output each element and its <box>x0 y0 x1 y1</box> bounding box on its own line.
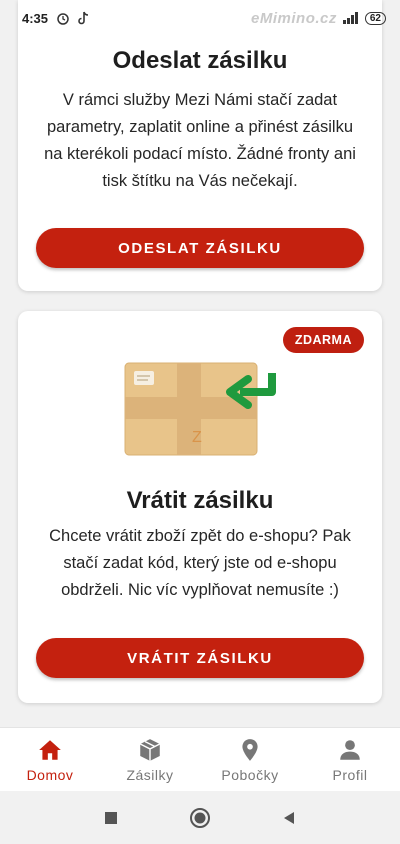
send-card-description: V rámci služby Mezi Námi stačí zadat par… <box>44 91 356 190</box>
status-left: 4:35 <box>22 11 90 26</box>
system-navigation-bar <box>0 791 400 844</box>
person-icon <box>340 739 360 760</box>
recents-icon[interactable] <box>103 810 119 826</box>
location-pin-icon <box>242 738 258 761</box>
free-badge: ZDARMA <box>282 327 364 353</box>
parcel-return-illustration <box>124 362 276 456</box>
status-bar: 4:35 eMimino.cz 62 <box>0 0 400 36</box>
home-circle-icon[interactable] <box>189 807 211 829</box>
signal-icon <box>342 12 358 24</box>
back-icon[interactable] <box>281 810 297 826</box>
return-card-description: Chcete vrátit zboží zpět do e-shopu? Pak… <box>49 527 351 599</box>
return-parcel-card: ZDARMA Z Vrátit zásilku Chcete vrátit zb… <box>18 311 382 703</box>
nav-label-profile: Profil <box>332 766 368 783</box>
send-card-title: Odeslat zásilku <box>112 47 288 74</box>
nav-label-parcels: Zásilky <box>126 766 174 783</box>
watermark-text: eMimino.cz <box>251 9 337 27</box>
tiktok-icon <box>78 11 89 25</box>
nav-item-profile[interactable]: Profil <box>300 728 400 791</box>
alarm-icon <box>57 13 69 25</box>
nav-label-home: Domov <box>26 766 74 783</box>
status-right: eMimino.cz 62 <box>251 10 386 27</box>
nav-item-parcels[interactable]: Zásilky <box>100 728 200 791</box>
return-card-title: Vrátit zásilku <box>126 487 274 514</box>
return-parcel-button[interactable]: VRÁTIT ZÁSILKU <box>36 638 364 678</box>
nav-label-branches: Pobočky <box>221 766 279 783</box>
home-icon <box>39 739 61 760</box>
nav-item-home[interactable]: Domov <box>0 728 100 791</box>
send-parcel-card: Odeslat zásilku V rámci služby Mezi Námi… <box>18 0 382 291</box>
battery-indicator: 62 <box>364 11 386 25</box>
status-time: 4:35 <box>22 10 49 26</box>
bottom-navigation: Domov Zásilky Pobočky Profil <box>0 727 400 791</box>
send-parcel-button[interactable]: ODESLAT ZÁSILKU <box>36 228 364 268</box>
package-icon <box>139 738 161 761</box>
parcel-letter: Z <box>192 429 202 446</box>
nav-item-branches[interactable]: Pobočky <box>200 728 300 791</box>
